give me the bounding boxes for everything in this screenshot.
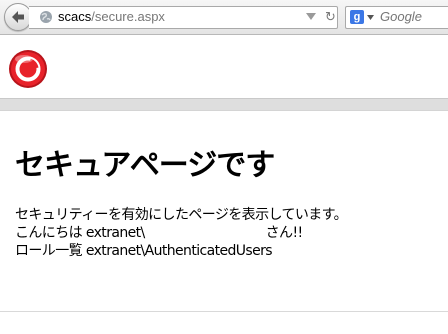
back-button[interactable] [4, 3, 32, 31]
search-placeholder: Google [380, 9, 422, 24]
header-separator [0, 98, 448, 111]
history-dropdown-icon[interactable] [306, 13, 316, 21]
globe-icon [40, 11, 52, 23]
url-host: scacs [58, 9, 92, 24]
greeting-user: extranet\ [85, 225, 145, 241]
footer-rule [0, 311, 448, 312]
address-bar[interactable]: scacs/secure.aspx ↻ [29, 6, 338, 29]
reload-icon[interactable]: ↻ [325, 10, 336, 25]
back-arrow-icon [12, 11, 24, 23]
site-header [0, 35, 448, 98]
greeting-line: こんにちは extranet\ さん!! [15, 224, 440, 242]
site-logo[interactable] [8, 49, 48, 89]
url-path: /secure.aspx [91, 9, 165, 24]
page-title: セキュアページです [15, 148, 275, 183]
roles-label: ロール一覧 [15, 243, 83, 259]
roles-value: extranet\AuthenticatedUsers [85, 243, 273, 259]
roles-line: ロール一覧 extranet\AuthenticatedUsers [15, 242, 440, 260]
main-content: セキュアページです セキュリティーを有効にしたページを表示しています。 こんにち… [15, 146, 440, 260]
search-box[interactable]: g Google [345, 6, 448, 29]
engine-dropdown-icon[interactable] [367, 15, 374, 20]
greeting-prefix: こんにちは [15, 225, 83, 241]
browser-toolbar: scacs/secure.aspx ↻ g Google [0, 0, 448, 35]
info-message: セキュリティーを有効にしたページを表示しています。 [15, 207, 348, 223]
greeting-suffix: さん!! [265, 225, 303, 241]
url-text[interactable]: scacs/secure.aspx [58, 9, 165, 24]
google-engine-icon[interactable]: g [350, 10, 364, 24]
